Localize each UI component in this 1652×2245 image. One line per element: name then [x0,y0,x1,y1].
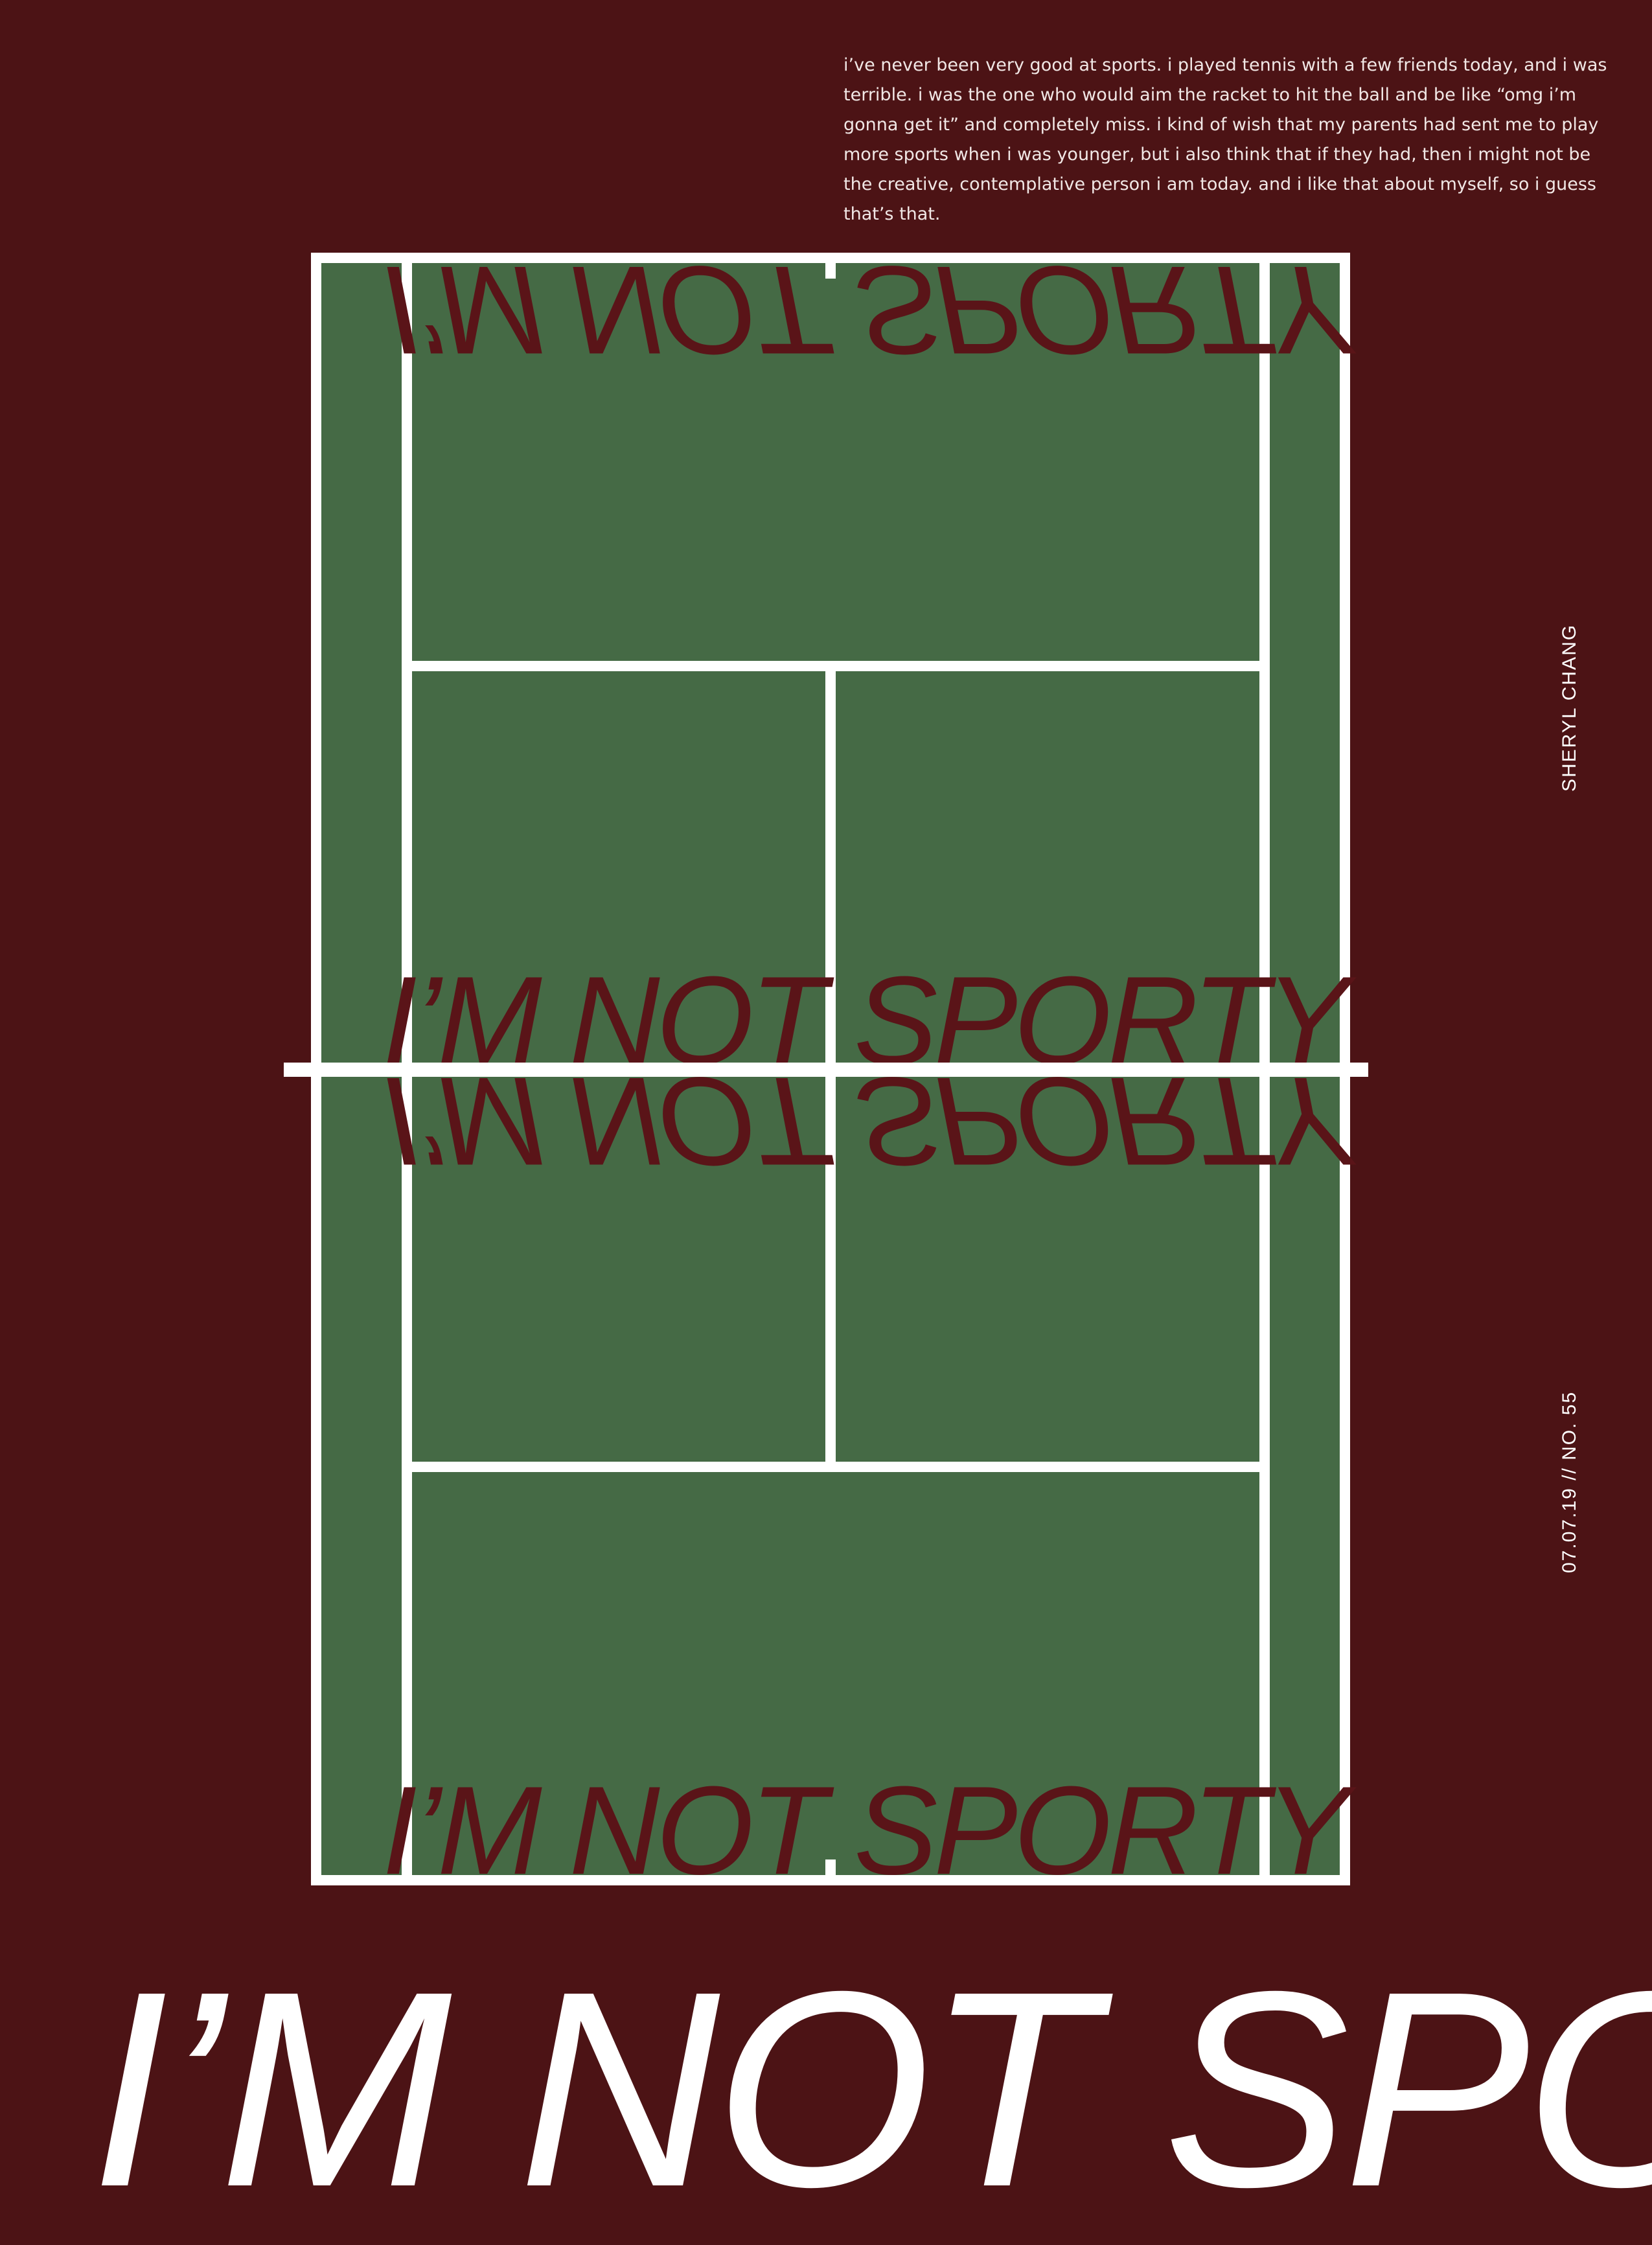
court-watermark-bottom: I’M NOT SPORTY [382,1760,1349,1901]
author-name: SHERYL CHANG [1559,623,1580,792]
court-watermark-net-lower-flipped: I’M NOT SPORTY [382,1051,1346,1192]
issue-date-number: 07.07.19 // NO. 55 [1559,1390,1580,1573]
headline-title: I’M NOT SPORTY [91,1934,1652,2245]
top-service-line [402,661,1270,671]
court-watermark-top-flipped: I’M NOT SPORTY [382,240,1346,380]
essay-text: i’ve never been very good at sports. i p… [843,55,1607,224]
tennis-net [284,1063,1368,1077]
bottom-service-line [402,1462,1270,1472]
